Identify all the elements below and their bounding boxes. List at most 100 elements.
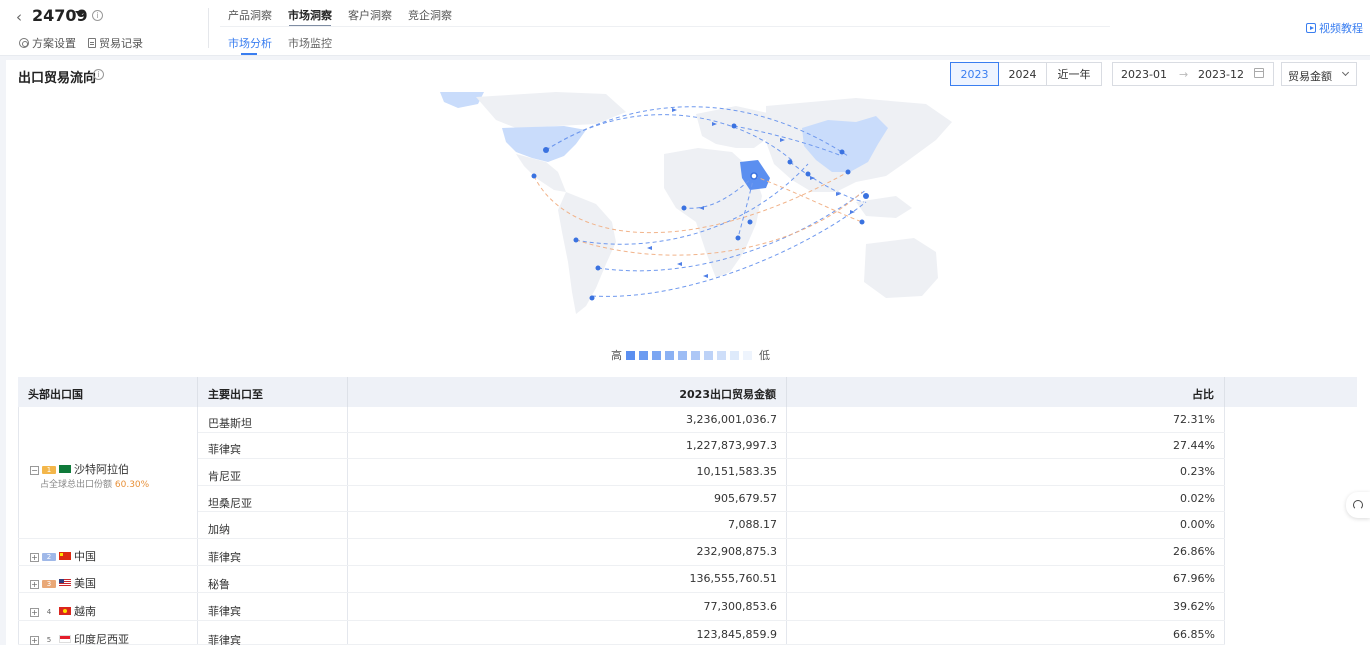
tab-customer-insight[interactable]: 客户洞察	[348, 7, 392, 23]
flag-saudi-arabia-icon	[59, 465, 71, 473]
flag-indonesia-icon	[59, 635, 71, 643]
country-name: 印度尼西亚	[74, 633, 129, 645]
play-icon	[1306, 23, 1316, 33]
dot-uk	[731, 123, 737, 129]
year-2023-button[interactable]: 2023	[950, 62, 999, 86]
dest-cell: 肯尼亚	[198, 459, 348, 486]
dot-saudi	[750, 172, 758, 180]
dot-ghana	[735, 235, 741, 241]
country-name: 中国	[74, 550, 96, 563]
arrow-marker	[677, 262, 682, 266]
legend-swatch	[691, 350, 700, 360]
land-greenland	[440, 92, 484, 108]
dot-chile	[595, 265, 601, 271]
land-usa	[502, 126, 586, 162]
tab-market-analysis[interactable]: 市场分析	[228, 35, 272, 51]
tab-competitor-insight[interactable]: 竞企洞察	[408, 7, 452, 23]
dest-cell: 加纳	[198, 512, 348, 539]
top-header: ‹ 24709 i 方案设置 贸易记录 产品洞察 市场洞察 客户洞察 竞企洞察 …	[0, 0, 1370, 56]
section-title: 出口贸易流向	[18, 71, 97, 86]
dot-india	[805, 171, 811, 177]
land-australia	[864, 238, 938, 298]
dest-cell: 菲律宾	[198, 433, 348, 459]
amount-cell: 3,236,001,036.7	[348, 407, 787, 433]
share-cell: 0.02%	[787, 486, 1225, 512]
support-button[interactable]	[1346, 492, 1370, 518]
caret-down-icon[interactable]	[75, 11, 85, 17]
header-top-exporter: 头部出口国	[18, 377, 198, 407]
chevron-down-icon	[1341, 68, 1350, 77]
amount-cell: 136,555,760.51	[348, 566, 787, 593]
date-end: 2023-12	[1198, 68, 1244, 81]
flag-vietnam-icon	[59, 607, 71, 615]
calendar-icon	[1254, 68, 1264, 78]
amount-cell: 10,151,583.35	[348, 459, 787, 486]
legend-swatch	[730, 350, 739, 360]
dest-cell: 坦桑尼亚	[198, 486, 348, 512]
legend-swatch	[678, 350, 687, 360]
expand-icon[interactable]: +	[30, 636, 39, 645]
legend-low-label: 低	[759, 349, 770, 362]
land-south-america	[558, 192, 616, 314]
dot-mexico	[531, 173, 537, 179]
flag-usa-icon	[59, 579, 71, 587]
country-name: 越南	[74, 605, 96, 618]
video-tutorial-link[interactable]: 视频教程	[1306, 20, 1363, 36]
info-icon[interactable]: i	[92, 10, 103, 21]
exporter-cell: +2 中国	[18, 539, 198, 566]
dot-peru	[573, 237, 579, 243]
dest-cell: 菲律宾	[198, 593, 348, 621]
arrow-marker	[703, 274, 708, 278]
amount-cell: 123,845,859.9	[348, 621, 787, 645]
expand-icon[interactable]: +	[30, 553, 39, 562]
metric-select-value: 贸易金额	[1288, 70, 1332, 83]
legend-swatch	[704, 350, 713, 360]
dot-indonesia	[859, 219, 865, 225]
tab-product-insight[interactable]: 产品洞察	[228, 7, 272, 23]
active-subtab-indicator	[241, 53, 257, 55]
tab-market-monitor[interactable]: 市场监控	[288, 35, 332, 51]
scheme-settings-link[interactable]: 方案设置	[19, 35, 76, 51]
dot-china	[839, 149, 845, 155]
last-year-button[interactable]: 近一年	[1046, 62, 1102, 86]
amount-cell: 77,300,853.6	[348, 593, 787, 621]
amount-cell: 7,088.17	[348, 512, 787, 539]
date-range-picker[interactable]: 2023-01 → 2023-12	[1112, 62, 1274, 86]
year-2024-button[interactable]: 2024	[998, 62, 1047, 86]
land-se-asia	[856, 196, 912, 218]
tab-market-insight[interactable]: 市场洞察	[288, 7, 332, 23]
divider	[208, 8, 209, 48]
header-share: 占比	[787, 377, 1225, 407]
range-arrow: →	[1179, 68, 1189, 81]
dot-usa	[543, 147, 549, 153]
chevron-left-icon[interactable]: ‹	[16, 8, 22, 26]
share-cell: 27.44%	[787, 433, 1225, 459]
rank-badge: 3	[42, 580, 56, 588]
gear-icon	[19, 38, 29, 48]
trade-records-link[interactable]: 贸易记录	[88, 35, 143, 51]
exporter-cell: +5 印度尼西亚	[18, 621, 198, 645]
expand-icon[interactable]: +	[30, 580, 39, 589]
map-legend: 高 低	[611, 347, 770, 363]
share-cell: 66.85%	[787, 621, 1225, 645]
header-destination: 主要出口至	[198, 377, 348, 407]
legend-swatch	[652, 350, 661, 360]
country-name: 沙特阿拉伯	[74, 463, 129, 476]
dot-west-africa	[681, 205, 687, 211]
amount-cell: 905,679.57	[348, 486, 787, 512]
metric-select[interactable]: 贸易金额	[1281, 62, 1357, 86]
collapse-icon[interactable]: −	[30, 466, 39, 475]
rank-badge: 4	[46, 608, 52, 616]
share-cell: 39.62%	[787, 593, 1225, 621]
info-icon[interactable]: i	[93, 69, 104, 80]
exporter-cell: −1 沙特阿拉伯 占全球总出口份额 60.30%	[18, 407, 198, 539]
rank-badge: 1	[42, 466, 56, 474]
dest-cell: 菲律宾	[198, 539, 348, 566]
legend-high-label: 高	[611, 349, 622, 362]
expand-icon[interactable]: +	[30, 608, 39, 617]
arrow-marker	[647, 246, 652, 250]
share-cell: 26.86%	[787, 539, 1225, 566]
rank-badge: 5	[46, 636, 52, 644]
header-blank	[1225, 377, 1357, 407]
share-cell: 72.31%	[787, 407, 1225, 433]
